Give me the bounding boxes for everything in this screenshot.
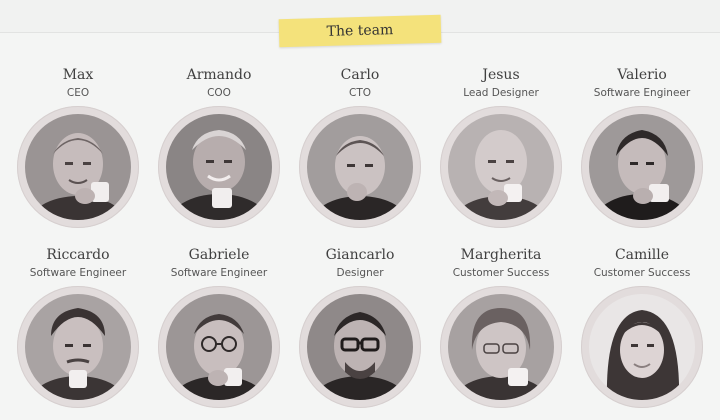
member-role: Software Engineer (593, 87, 691, 99)
member-role: Lead Designer (463, 87, 539, 99)
avatar-frame (299, 106, 421, 228)
avatar-frame (581, 286, 703, 408)
portrait-photo-icon (448, 114, 554, 220)
team-member-card: Armando COO (154, 66, 284, 228)
avatar (448, 114, 554, 220)
team-member-card: Carlo CTO (295, 66, 425, 228)
team-member-card: Margherita Customer Success (436, 246, 566, 408)
avatar (589, 294, 695, 400)
team-member-card: Camille Customer Success (577, 246, 707, 408)
team-member-card: Giancarlo Designer (295, 246, 425, 408)
avatar-frame (581, 106, 703, 228)
portrait-photo-icon (166, 294, 272, 400)
member-name: Max (62, 67, 94, 83)
portrait-photo-icon (25, 114, 131, 220)
avatar (589, 114, 695, 220)
avatar (25, 294, 131, 400)
team-member-card: Jesus Lead Designer (436, 66, 566, 228)
member-name: Margherita (460, 247, 542, 263)
portrait-photo-icon (589, 294, 695, 400)
portrait-photo-icon (25, 294, 131, 400)
avatar (448, 294, 554, 400)
member-name: Riccardo (46, 247, 110, 263)
member-role: Customer Success (452, 267, 550, 279)
member-role: COO (207, 87, 231, 99)
avatar-frame (440, 286, 562, 408)
member-role: Designer (336, 267, 384, 279)
portrait-photo-icon (307, 114, 413, 220)
member-role: Customer Success (593, 267, 691, 279)
member-name: Giancarlo (325, 247, 395, 263)
team-member-card: Valerio Software Engineer (577, 66, 707, 228)
member-role: Software Engineer (29, 267, 127, 279)
portrait-photo-icon (166, 114, 272, 220)
portrait-photo-icon (589, 114, 695, 220)
member-name: Gabriele (188, 247, 250, 263)
avatar (166, 114, 272, 220)
avatar-frame (440, 106, 562, 228)
avatar (307, 294, 413, 400)
member-role: Software Engineer (170, 267, 268, 279)
member-name: Armando (186, 67, 252, 83)
avatar-frame (17, 286, 139, 408)
member-name: Carlo (340, 67, 380, 83)
member-role: CEO (66, 87, 90, 99)
member-name: Camille (614, 247, 670, 263)
team-grid: Max CEO Armando COO Carlo CTO Jesus Lead… (0, 0, 720, 420)
member-role: CTO (348, 87, 371, 99)
team-member-card: Gabriele Software Engineer (154, 246, 284, 408)
avatar (25, 114, 131, 220)
avatar-frame (158, 106, 280, 228)
member-name: Valerio (617, 67, 667, 83)
team-member-card: Riccardo Software Engineer (13, 246, 143, 408)
avatar (307, 114, 413, 220)
avatar (166, 294, 272, 400)
portrait-photo-icon (448, 294, 554, 400)
portrait-photo-icon (307, 294, 413, 400)
team-member-card: Max CEO (13, 66, 143, 228)
avatar-frame (158, 286, 280, 408)
member-name: Jesus (482, 67, 520, 83)
avatar-frame (299, 286, 421, 408)
avatar-frame (17, 106, 139, 228)
